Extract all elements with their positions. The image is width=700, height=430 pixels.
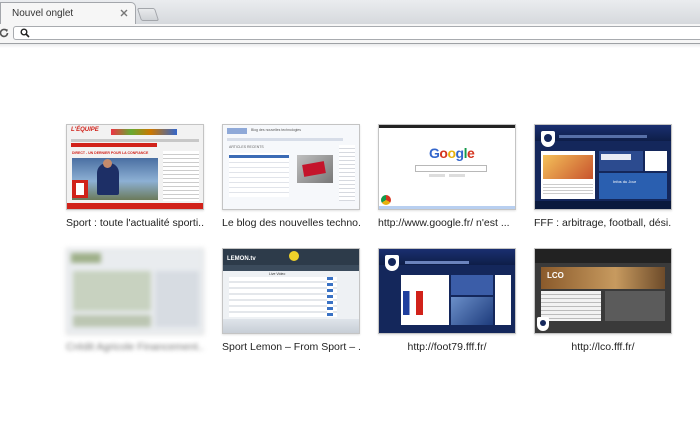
toolbar-shadow [0, 44, 700, 48]
fff-infos-du-jour: Infos du Jour [613, 179, 637, 184]
google-letter: e [466, 145, 475, 161]
tile-title[interactable]: http://www.google.fr/ n'est ... [378, 217, 516, 229]
tile-title[interactable]: Le blog des nouvelles techno... [222, 217, 360, 229]
new-tab-button[interactable] [136, 8, 160, 21]
lemon-logo: LEMON.tv [227, 256, 256, 262]
search-icon [20, 28, 30, 38]
google-search-box [415, 165, 487, 172]
page-thumbnail[interactable]: Infos du Jour [534, 124, 672, 210]
omnibox[interactable] [13, 26, 700, 40]
google-letter: G [429, 145, 440, 161]
google-letter: g [455, 145, 465, 161]
tab-title: Nouvel onglet [12, 8, 74, 19]
equipe-logo: L'ÉQUIPE [71, 127, 99, 133]
tile-title[interactable]: Sport Lemon – From Sport – ... [222, 341, 360, 353]
close-icon[interactable] [119, 8, 129, 18]
page-thumbnail[interactable]: Google [378, 124, 516, 210]
blog-section: ARTICLES RECENTS [229, 145, 264, 149]
tab-new-tab[interactable]: Nouvel onglet [0, 2, 136, 24]
tile-title[interactable]: Sport : toute l'actualité sporti... [66, 217, 204, 229]
google-logo: Google [429, 145, 475, 161]
google-chrome-promo [381, 195, 391, 205]
lemon-live-video: Live Video [269, 272, 286, 276]
tile-title[interactable]: Crédit Agricole Financement... [66, 341, 204, 353]
page-thumbnail[interactable]: L'ÉQUIPE DIRECT - UN DERNIER POUR LA CON… [66, 124, 204, 210]
blog-site-name: Blog des nouvelles technologies [251, 128, 302, 132]
tile-title[interactable]: http://foot79.fff.fr/ [378, 341, 516, 353]
page-thumbnail[interactable]: LCO [534, 248, 672, 334]
tab-strip: Nouvel onglet [0, 0, 700, 25]
page-thumbnail[interactable]: LEMON.tv Live Video [222, 248, 360, 334]
tile-title[interactable]: FFF : arbitrage, football, dési... [534, 217, 672, 229]
google-letter: o [447, 145, 456, 161]
page-thumbnail[interactable] [378, 248, 516, 334]
page-thumbnail[interactable] [66, 248, 204, 334]
page-thumbnail[interactable]: Blog des nouvelles technologies ARTICLES… [222, 124, 360, 210]
equipe-headline: DIRECT - UN DERNIER POUR LA CONFIANCE [72, 151, 149, 155]
tile-title[interactable]: http://lco.fff.fr/ [534, 341, 672, 353]
lco-logo: LCO [547, 271, 564, 280]
toolbar [0, 24, 700, 44]
reload-icon[interactable] [0, 27, 10, 39]
